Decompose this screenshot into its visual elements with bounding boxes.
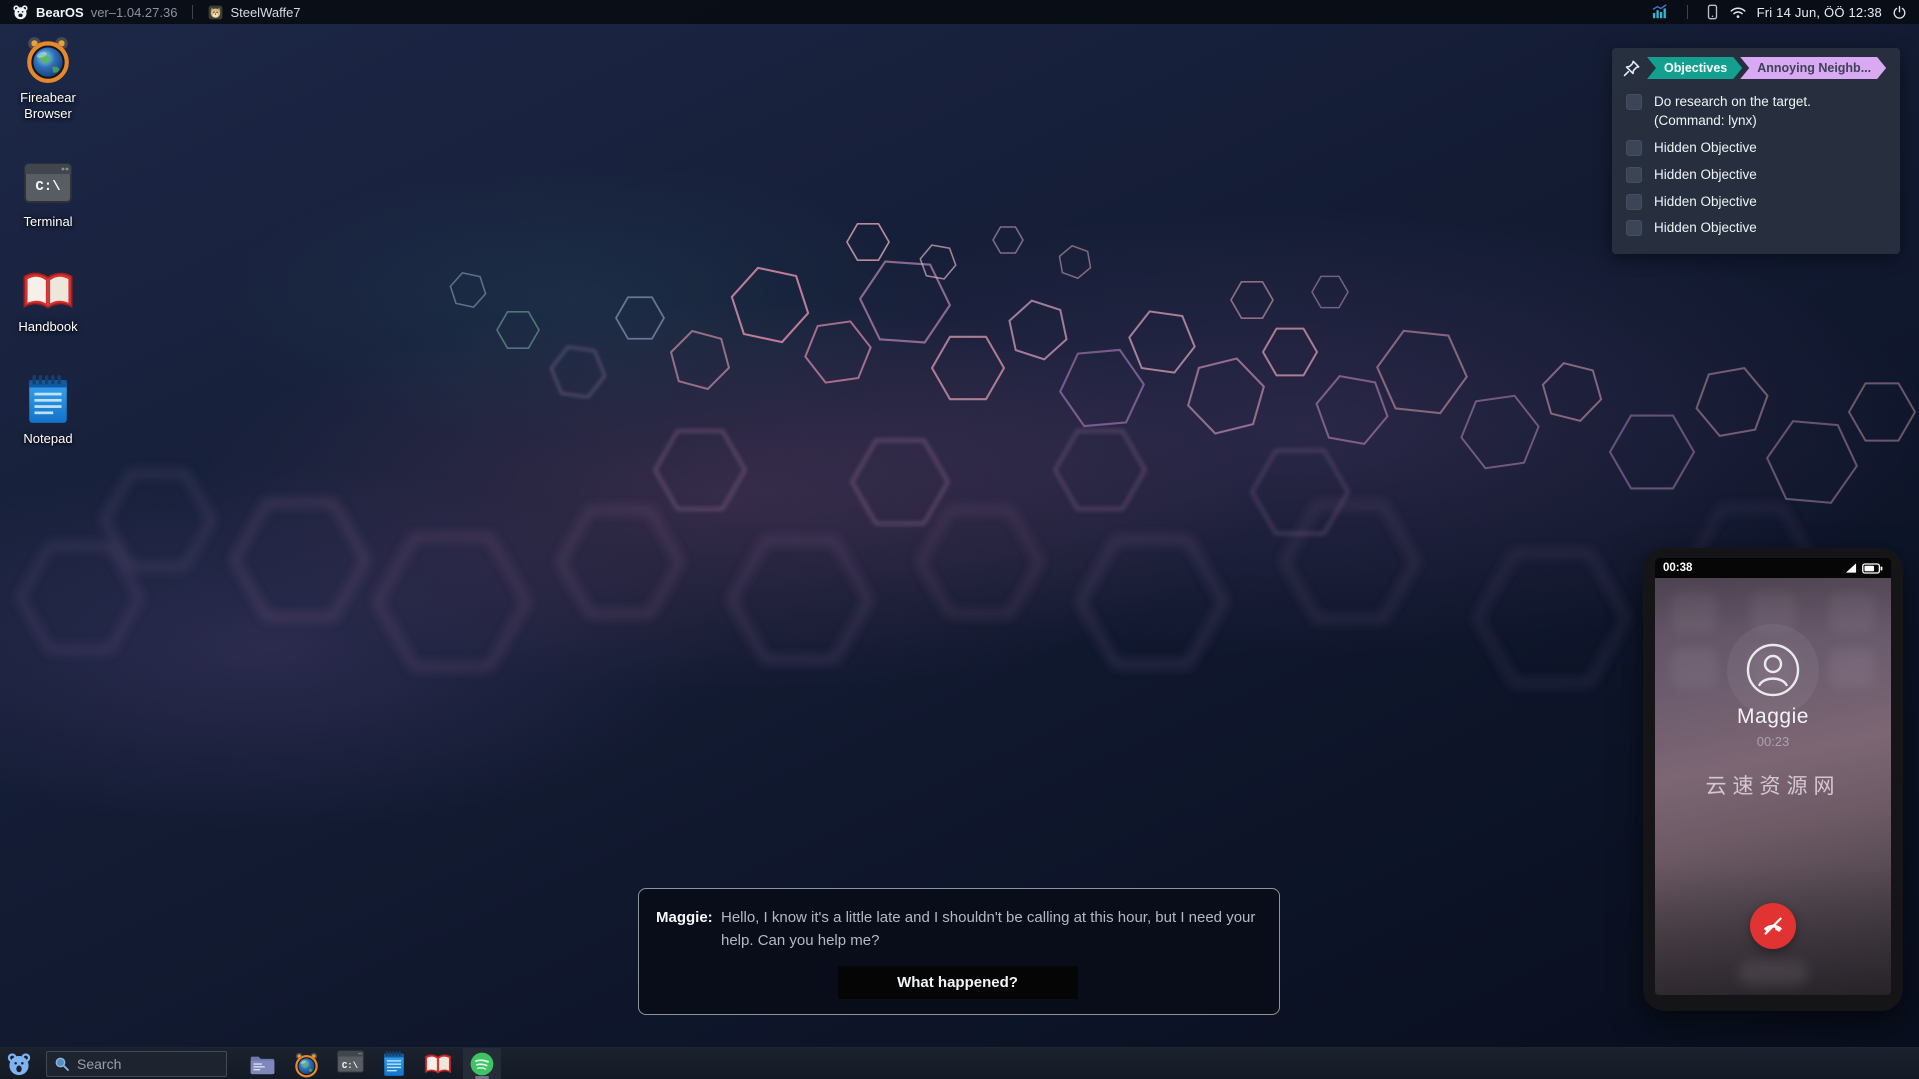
objective-checkbox[interactable]	[1626, 140, 1642, 156]
person-circle-icon	[1745, 642, 1801, 698]
topbar: BearOS ver–1.04.27.36 SteelWaffe7	[0, 0, 1919, 24]
phone-slash-icon	[1760, 913, 1786, 939]
objective-label: Do research on the target. (Command: lyn…	[1654, 93, 1811, 131]
hangup-button[interactable]	[1750, 903, 1796, 949]
clock[interactable]: Fri 14 Jun, ÖÖ 12:38	[1757, 5, 1882, 20]
tray-divider	[1687, 5, 1688, 19]
fireabear-browser-icon	[293, 1051, 320, 1078]
taskbar-apps: C:\	[243, 1048, 501, 1079]
desktop-icon-terminal[interactable]: C:\ Terminal	[10, 163, 86, 230]
os-version: ver–1.04.27.36	[91, 5, 178, 20]
objective-item: Hidden Objective	[1622, 215, 1890, 242]
home-indicator-blur	[1738, 961, 1808, 985]
objective-label: Hidden Objective	[1654, 219, 1757, 238]
call-duration: 00:23	[1655, 734, 1891, 749]
pin-icon[interactable]	[1622, 59, 1641, 78]
search-icon	[54, 1056, 70, 1072]
objective-checkbox[interactable]	[1626, 220, 1642, 236]
objective-checkbox[interactable]	[1626, 167, 1642, 183]
network-activity-chart-icon[interactable]	[1651, 4, 1669, 20]
start-bear-icon	[6, 1052, 32, 1077]
wifi-icon[interactable]	[1729, 5, 1747, 20]
objective-item: Do research on the target. (Command: lyn…	[1622, 89, 1890, 135]
desktop-icon-label: Handbook	[18, 319, 77, 335]
desktop-icon-label: Notepad	[23, 431, 72, 447]
phone-status-time: 00:38	[1663, 562, 1692, 574]
tab-objectives[interactable]: Objectives	[1647, 57, 1742, 79]
taskbar-app-fireabear-browser[interactable]	[287, 1048, 325, 1079]
terminal-icon-text: C:\	[24, 179, 72, 195]
desktop-icon-notepad[interactable]: Notepad	[10, 375, 86, 447]
taskbar: C:\	[0, 1047, 1919, 1079]
dialogue-speaker: Maggie:	[656, 906, 721, 953]
terminal-icon: C:\	[337, 1050, 364, 1078]
user-avatar-doge-icon	[208, 5, 223, 20]
os-name: BearOS	[36, 5, 84, 20]
contact-name: Maggie	[1655, 705, 1891, 729]
phone-mockup: 00:38	[1643, 548, 1903, 1011]
contact-avatar	[1745, 642, 1801, 703]
handbook-icon	[424, 1053, 452, 1076]
tab-quest-name[interactable]: Annoying Neighb...	[1740, 57, 1886, 79]
notepad-icon	[27, 375, 69, 425]
search-input[interactable]	[46, 1051, 227, 1077]
notepad-icon	[383, 1051, 405, 1077]
objectives-header: Objectives Annoying Neighb...	[1622, 57, 1890, 79]
dialogue-box: Maggie: Hello, I know it's a little late…	[638, 888, 1280, 1015]
objective-item: Hidden Objective	[1622, 135, 1890, 162]
signal-strength-icon	[1844, 562, 1857, 574]
desktop-screen: BearOS ver–1.04.27.36 SteelWaffe7	[0, 0, 1919, 1079]
desktop-icon-label: Terminal	[23, 214, 72, 230]
terminal-icon: C:\	[24, 163, 72, 208]
bearos-logo-icon	[12, 4, 29, 21]
power-icon[interactable]	[1892, 5, 1907, 20]
taskbar-app-file-manager[interactable]	[243, 1048, 281, 1079]
desktop-icon-label: Fireabear Browser	[10, 90, 86, 123]
objective-label: Hidden Objective	[1654, 139, 1757, 158]
dialogue-message: Hello, I know it's a little late and I s…	[721, 906, 1259, 953]
objective-checkbox[interactable]	[1626, 94, 1642, 110]
topbar-divider	[192, 5, 193, 19]
objective-label: Hidden Objective	[1654, 166, 1757, 185]
phone-screen: 00:38	[1655, 558, 1891, 995]
taskbar-app-terminal[interactable]: C:\	[331, 1048, 369, 1079]
desktop-icon-fireabear-browser[interactable]: Fireabear Browser	[10, 34, 86, 123]
phone-device-icon[interactable]	[1706, 4, 1719, 20]
objective-item: Hidden Objective	[1622, 162, 1890, 189]
watermark-text: 云速资源网	[1655, 770, 1891, 800]
handbook-icon	[22, 270, 74, 313]
spotify-icon	[469, 1051, 495, 1077]
dialogue-response-button[interactable]: What happened?	[838, 966, 1078, 999]
objective-label: Hidden Objective	[1654, 193, 1757, 212]
taskbar-app-notepad[interactable]	[375, 1048, 413, 1079]
search-box	[46, 1051, 227, 1077]
objective-checkbox[interactable]	[1626, 194, 1642, 210]
terminal-icon-text: C:\	[337, 1061, 364, 1071]
phone-status-bar: 00:38	[1655, 558, 1891, 578]
objective-item: Hidden Objective	[1622, 189, 1890, 216]
desktop-icon-handbook[interactable]: Handbook	[10, 270, 86, 335]
taskbar-app-spotify[interactable]	[463, 1048, 501, 1079]
start-button[interactable]	[0, 1048, 38, 1079]
taskbar-app-handbook[interactable]	[419, 1048, 457, 1079]
battery-icon	[1862, 563, 1883, 574]
fireabear-browser-icon	[23, 34, 73, 84]
objectives-panel: Objectives Annoying Neighb... Do researc…	[1612, 48, 1900, 254]
username: SteelWaffe7	[230, 5, 300, 20]
file-manager-icon	[249, 1053, 276, 1076]
